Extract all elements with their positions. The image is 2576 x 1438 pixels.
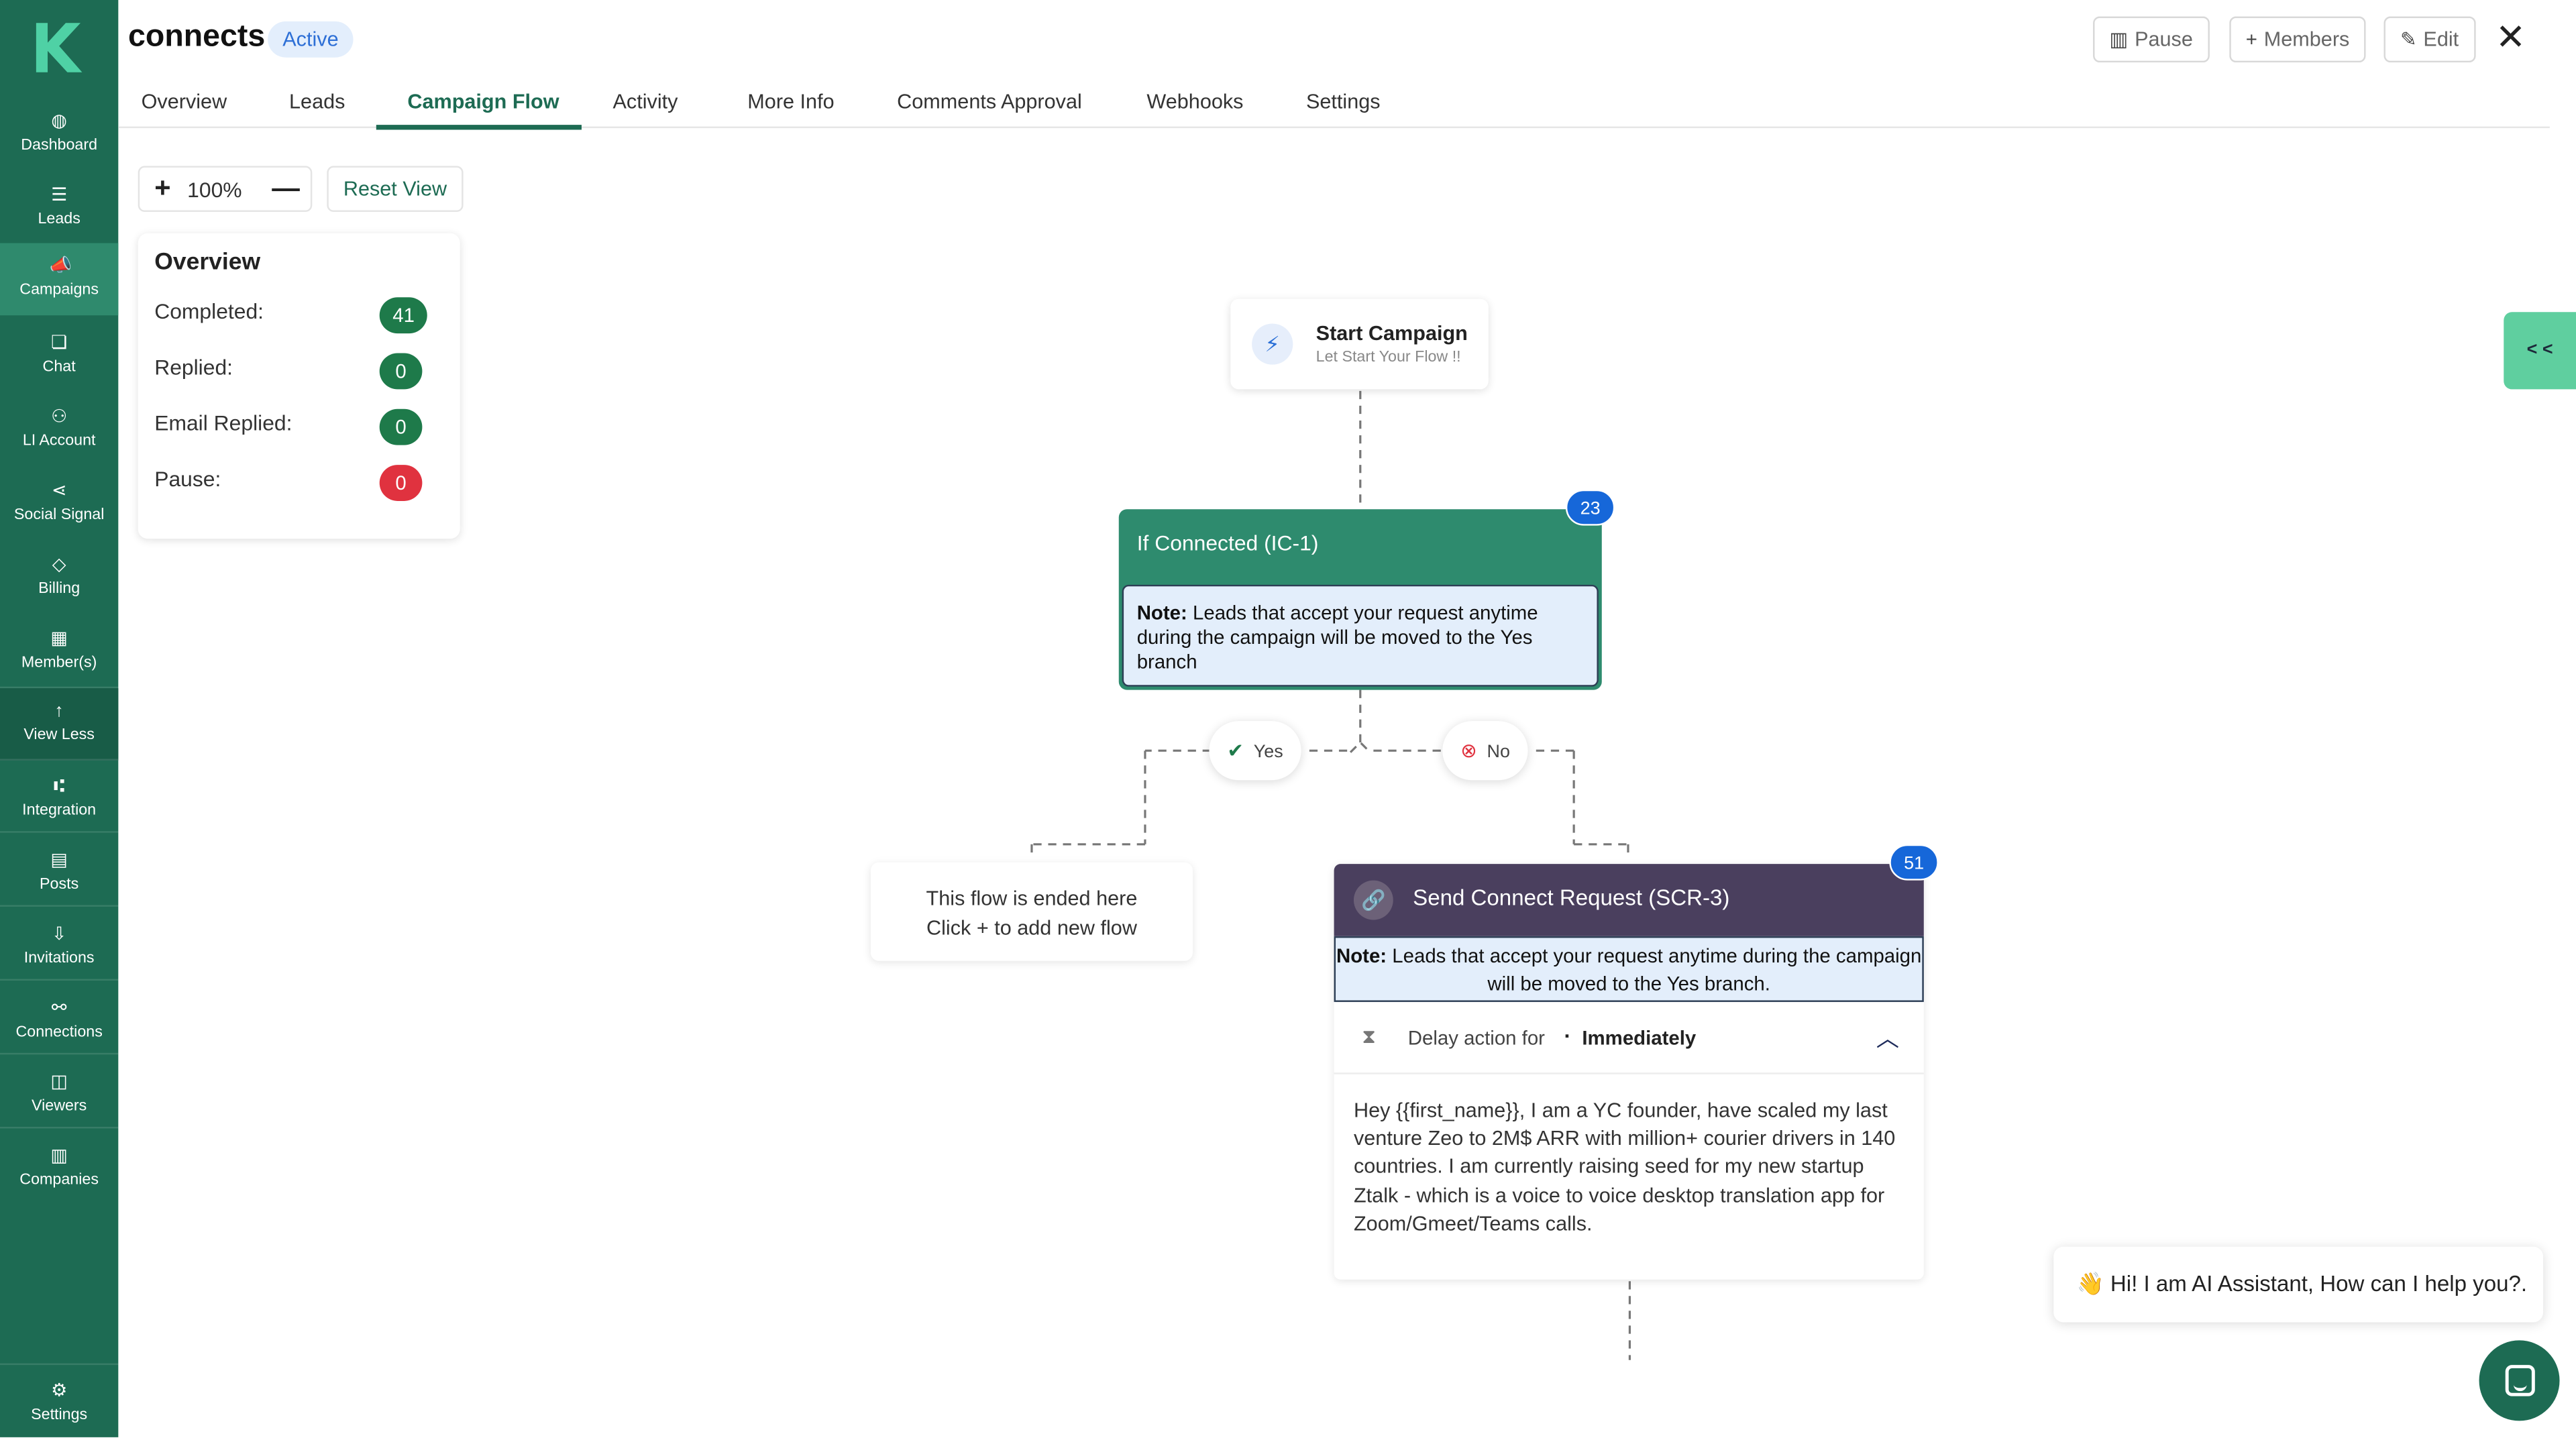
chat-launcher-button[interactable] xyxy=(2479,1340,2560,1421)
note-label: Note: xyxy=(1136,601,1187,624)
flow-ended-node[interactable]: This flow is ended here Click + to add n… xyxy=(870,862,1193,961)
note-text: Leads that accept your request anytime d… xyxy=(1392,944,1922,996)
send-connect-request-node[interactable]: 🔗 Send Connect Request (SCR-3) Note: Lea… xyxy=(1334,864,1924,1280)
scr-count-badge: 51 xyxy=(1889,844,1939,881)
yes-label: Yes xyxy=(1253,742,1283,763)
if-connected-node[interactable]: If Connected (IC-1) Note: Leads that acc… xyxy=(1118,509,1602,690)
x-circle-icon: ⊗ xyxy=(1460,739,1477,763)
no-label: No xyxy=(1487,742,1510,763)
if-connected-title: If Connected (IC-1) xyxy=(1136,531,1319,555)
note-label: Note: xyxy=(1336,944,1387,968)
scr-note: Note: Leads that accept your request any… xyxy=(1334,936,1924,1002)
link-icon: 🔗 xyxy=(1353,880,1393,920)
delay-row[interactable]: ⧗ Delay action for · Immediately ︿ xyxy=(1334,1005,1924,1074)
ended-line-2: Click + to add new flow xyxy=(926,916,1137,940)
collapse-panel-button[interactable]: < < xyxy=(2504,312,2576,390)
ai-assistant-text: Hi! I am AI Assistant, How can I help yo… xyxy=(2110,1271,2528,1296)
message-body: Hey {{first_name}}, I am a YC founder, h… xyxy=(1353,1099,1896,1235)
chevron-up-icon[interactable]: ︿ xyxy=(1876,1021,1899,1054)
check-circle-icon: ✔ xyxy=(1227,739,1244,763)
wave-icon: 👋 xyxy=(2076,1271,2104,1296)
no-branch-button[interactable]: ⊗ No xyxy=(1442,721,1528,781)
start-subtitle: Let Start Your Flow !! xyxy=(1316,348,1461,367)
flow-connectors xyxy=(1030,390,1631,1360)
scr-title: Send Connect Request (SCR-3) xyxy=(1413,885,1730,910)
start-title: Start Campaign xyxy=(1316,322,1468,345)
if-connected-count-badge: 23 xyxy=(1565,489,1615,526)
ended-line-1: This flow is ended here xyxy=(926,887,1138,910)
delay-label: Delay action for xyxy=(1407,1026,1545,1050)
start-campaign-node[interactable]: ⚡ Start Campaign Let Start Your Flow !! xyxy=(1230,298,1489,390)
hourglass-icon: ⧗ xyxy=(1362,1025,1376,1048)
ai-assistant-bubble[interactable]: 👋 Hi! I am AI Assistant, How can I help … xyxy=(2053,1246,2544,1323)
yes-branch-button[interactable]: ✔ Yes xyxy=(1209,721,1301,781)
bullet-icon: · xyxy=(1564,1023,1572,1048)
delay-value: Immediately xyxy=(1582,1026,1697,1050)
scr-header: 🔗 Send Connect Request (SCR-3) xyxy=(1334,864,1924,936)
if-connected-note: Note: Leads that accept your request any… xyxy=(1122,584,1599,687)
lightning-icon: ⚡ xyxy=(1252,323,1293,365)
chat-icon xyxy=(2505,1365,2535,1396)
note-text: Leads that accept your request anytime d… xyxy=(1136,601,1538,674)
